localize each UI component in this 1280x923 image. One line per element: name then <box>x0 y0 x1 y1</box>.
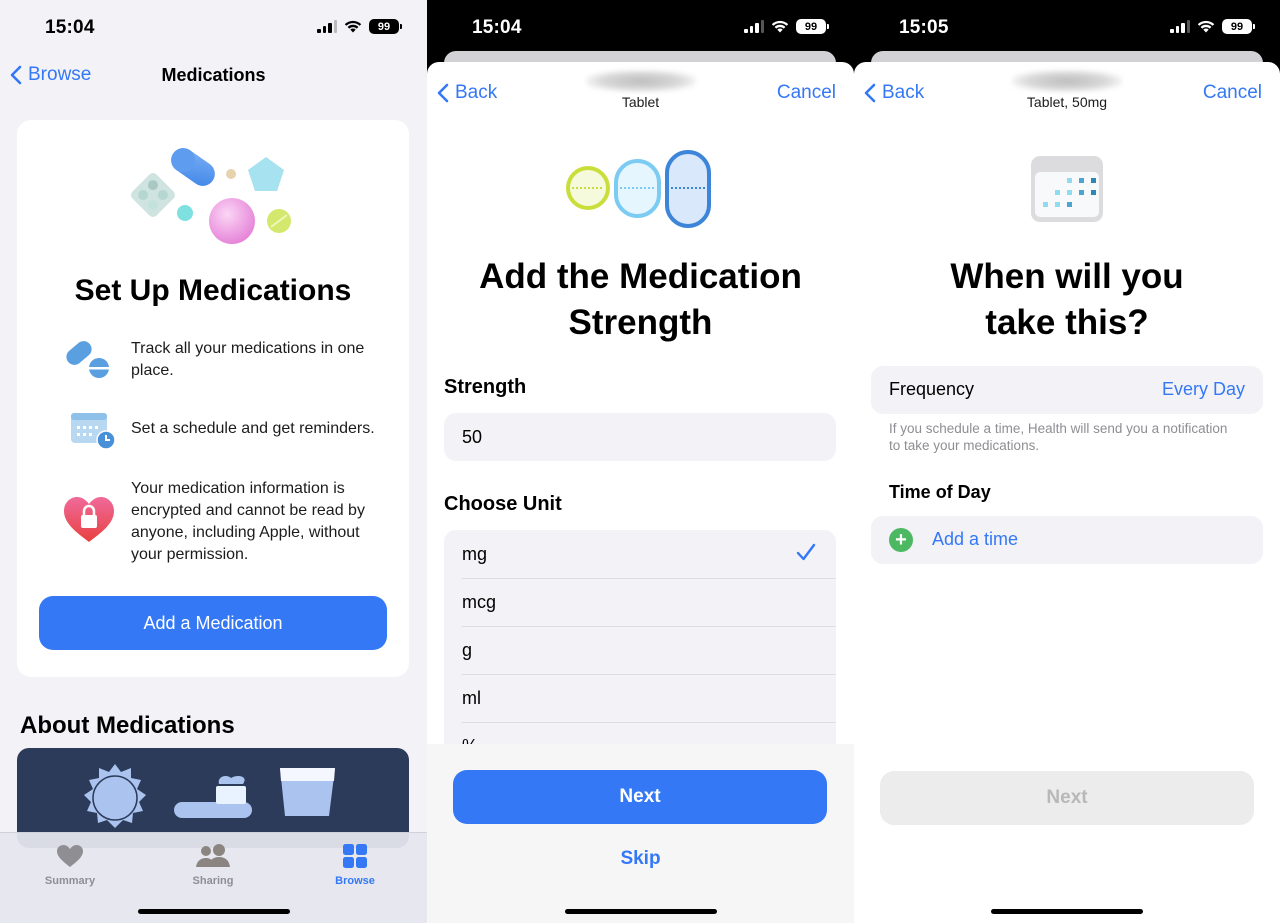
frequency-label: Frequency <box>889 379 975 399</box>
navigation-bar: Back Tablet Cancel <box>427 62 854 122</box>
add-time-row[interactable]: + Add a time <box>871 516 1263 564</box>
about-heading: About Medications <box>20 712 235 739</box>
status-bar: 15:04 99 <box>427 0 854 56</box>
battery-indicator: 99 <box>796 19 829 34</box>
battery-indicator: 99 <box>369 19 402 34</box>
home-indicator[interactable] <box>991 909 1143 914</box>
heart-lock-icon <box>64 497 114 542</box>
unit-option-g[interactable]: g <box>444 626 836 674</box>
modal-sheet: Back Tablet Cancel Add the Medication St… <box>427 62 854 923</box>
tab-bar: Summary Sharing Browse <box>0 832 427 923</box>
add-medication-button[interactable]: Add a Medication <box>39 596 387 650</box>
plus-circle-icon: + <box>889 528 913 552</box>
strength-input[interactable]: 50 <box>444 413 836 461</box>
tablet-sizes-icon <box>566 150 711 228</box>
strength-label: Strength <box>444 376 527 398</box>
time-of-day-label: Time of Day <box>889 482 991 502</box>
home-indicator[interactable] <box>564 909 717 914</box>
status-bar: 15:05 99 <box>854 0 1280 56</box>
home-indicator[interactable] <box>137 909 290 914</box>
unit-option-mcg[interactable]: mcg <box>444 578 836 626</box>
wifi-icon <box>344 20 362 33</box>
calendar-clock-icon <box>71 413 116 450</box>
tab-browse[interactable]: Browse <box>300 841 410 887</box>
next-button-disabled[interactable]: Next <box>880 771 1254 825</box>
medications-overview-screen: 15:04 99 Browse Medications Set Up Medic… <box>0 0 427 923</box>
status-bar: 15:04 99 <box>0 0 427 56</box>
wifi-icon <box>1197 20 1215 33</box>
redacted-medication-name <box>585 70 696 92</box>
screen-title: When will you take this? <box>950 257 1184 342</box>
unit-option-ml[interactable]: ml <box>444 674 836 722</box>
navigation-bar: Browse Medications <box>0 58 427 94</box>
skip-button[interactable]: Skip <box>427 848 854 870</box>
status-time: 15:04 <box>472 17 522 38</box>
medication-strength-screen: 15:04 99 Back Tablet Cancel Add the Medi… <box>427 0 854 923</box>
medication-schedule-screen: 15:05 99 Back Tablet, 50mg Cancel When w… <box>854 0 1280 923</box>
unit-option-mg[interactable]: mg <box>444 530 836 578</box>
feature-text: Your medication information is encrypted… <box>131 480 365 563</box>
pills-icon <box>66 341 109 378</box>
bottom-actions: Next Skip <box>427 744 854 923</box>
cellular-signal-icon <box>317 20 337 33</box>
navigation-bar: Back Tablet, 50mg Cancel <box>854 62 1280 122</box>
cancel-button[interactable]: Cancel <box>1203 82 1262 104</box>
card-title: Set Up Medications <box>74 274 352 307</box>
status-time: 15:04 <box>45 17 95 38</box>
screen-title: Add the Medication Strength <box>479 257 802 342</box>
cellular-signal-icon <box>744 20 764 33</box>
heart-icon <box>57 845 83 867</box>
cancel-button[interactable]: Cancel <box>777 82 836 104</box>
screenshot-composite: 15:04 99 Browse Medications Set Up Medic… <box>0 0 1280 923</box>
status-time: 15:05 <box>899 17 949 38</box>
battery-indicator: 99 <box>1222 19 1255 34</box>
choose-unit-label: Choose Unit <box>444 493 562 515</box>
next-button[interactable]: Next <box>453 770 827 824</box>
frequency-value[interactable]: Every Day <box>1162 379 1245 400</box>
feature-text: Track all your medications in one place. <box>131 340 365 379</box>
cellular-signal-icon <box>1170 20 1190 33</box>
feature-text: Set a schedule and get reminders. <box>131 420 375 437</box>
setup-card: Set Up Medications Track all your medica… <box>17 120 409 677</box>
frequency-row[interactable]: Frequency Every Day <box>871 366 1263 414</box>
wifi-icon <box>771 20 789 33</box>
grid-icon <box>343 844 367 868</box>
redacted-medication-name <box>1012 70 1122 92</box>
people-icon <box>196 844 230 867</box>
add-time-label: Add a time <box>932 529 1019 549</box>
notification-footnote: If you schedule a time, Health will send… <box>889 421 1228 453</box>
checkmark-icon <box>796 543 816 561</box>
modal-sheet: Back Tablet, 50mg Cancel When will you t… <box>854 62 1280 923</box>
tab-summary[interactable]: Summary <box>15 841 125 887</box>
pills-illustration <box>131 148 291 244</box>
page-title: Medications <box>161 65 266 85</box>
tab-sharing[interactable]: Sharing <box>158 841 268 887</box>
calendar-icon <box>1031 156 1103 222</box>
